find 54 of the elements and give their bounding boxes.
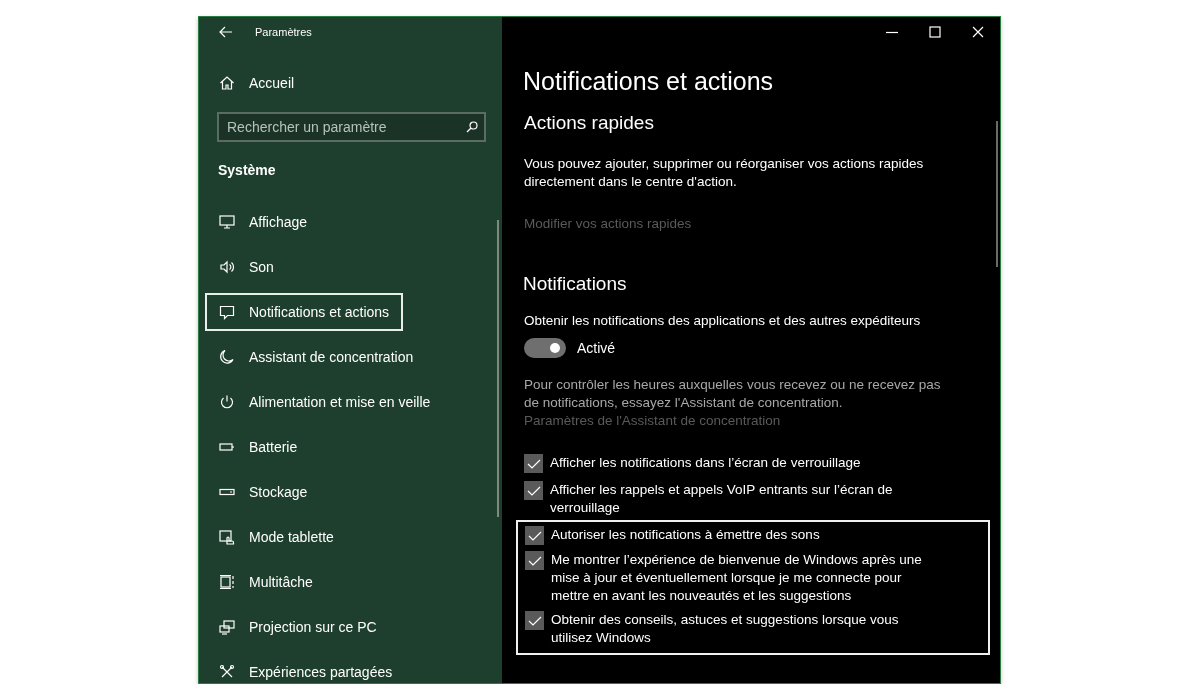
sidebar-item[interactable]: Stockage bbox=[205, 473, 322, 511]
checkbox[interactable] bbox=[525, 551, 544, 570]
sidebar-item[interactable]: Batterie bbox=[205, 428, 312, 466]
focus-assist-text: Pour contrôler les heures auxquelles vous recevez ou ne recevez pas de notifications, essayez l'Assistant de concentration. bbox=[524, 376, 942, 412]
checkmark-icon bbox=[526, 484, 541, 497]
checkbox-label: Me montrer l’expérience de bienvenue de Windows après une mise à jour et éventuellement lorsque je me connecte pour mettre en avant les nouveautés et les suggestions bbox=[551, 551, 923, 605]
toggle-label: Obtenir les notifications des applications et des autres expéditeurs bbox=[524, 312, 922, 330]
share-nodes-icon bbox=[219, 664, 235, 680]
search-field[interactable]: Rechercher un paramètre bbox=[217, 112, 486, 142]
section-heading: Actions rapides bbox=[524, 112, 655, 134]
speech-bubble-icon bbox=[219, 304, 235, 320]
checkbox[interactable] bbox=[525, 526, 544, 545]
page-title: Notifications et actions bbox=[523, 67, 775, 96]
checkmark-icon bbox=[526, 457, 541, 470]
checkmark-icon bbox=[527, 529, 542, 542]
checkbox[interactable] bbox=[525, 611, 544, 630]
window-title: Paramètres bbox=[255, 26, 312, 38]
sidebar-item[interactable]: Affichage bbox=[205, 203, 322, 241]
home-icon bbox=[219, 75, 235, 91]
checkbox[interactable] bbox=[524, 454, 543, 473]
speaker-icon bbox=[219, 259, 235, 275]
multitask-icon bbox=[219, 574, 235, 590]
sidebar-item[interactable]: Assistant de concentration bbox=[205, 338, 428, 376]
sidebar-item[interactable]: Mode tablette bbox=[205, 518, 348, 556]
checkbox-label: Afficher les rappels et appels VoIP entrants sur l’écran de verrouillage bbox=[550, 481, 894, 517]
tablet-hand-icon bbox=[219, 529, 235, 545]
section-heading: Système bbox=[218, 162, 277, 180]
scrollbar[interactable] bbox=[497, 220, 499, 517]
sidebar-item[interactable]: Alimentation et mise en veille bbox=[205, 383, 445, 421]
checkmark-icon bbox=[527, 554, 542, 567]
projection-icon bbox=[219, 619, 235, 635]
checkbox-label: Autoriser les notifications à émettre des sons bbox=[551, 526, 821, 544]
section-heading: Notifications bbox=[523, 273, 628, 295]
back-arrow-icon[interactable] bbox=[219, 26, 233, 38]
description-text: Vous pouvez ajouter, supprimer ou réorganiser vos actions rapides directement dans le centre d'action. bbox=[524, 155, 925, 191]
sidebar-item[interactable]: Son bbox=[205, 248, 288, 286]
toggle-switch[interactable] bbox=[524, 338, 566, 358]
checkbox-label: Afficher les notifications dans l’écran de verrouillage bbox=[550, 454, 862, 472]
sidebar-item[interactable]: Projection sur ce PC bbox=[205, 608, 391, 646]
checkmark-icon bbox=[527, 614, 542, 627]
moon-icon bbox=[219, 349, 235, 365]
sidebar-item[interactable]: Expériences partagées bbox=[205, 653, 407, 683]
search-icon bbox=[466, 121, 478, 133]
checkbox[interactable] bbox=[524, 481, 543, 500]
close-icon[interactable] bbox=[972, 26, 984, 38]
scrollbar[interactable] bbox=[996, 121, 998, 267]
sidebar-item[interactable]: Notifications et actions bbox=[205, 293, 404, 331]
sidebar-item[interactable]: Multitâche bbox=[205, 563, 327, 601]
checkbox-label: Obtenir des conseils, astuces et suggestions lorsque vous utilisez Windows bbox=[551, 611, 900, 647]
toggle-state-text: Activé bbox=[577, 340, 616, 356]
maximize-icon[interactable] bbox=[929, 26, 941, 38]
power-icon bbox=[219, 394, 235, 410]
monitor-icon bbox=[219, 214, 235, 230]
home-nav-item[interactable]: Accueil bbox=[205, 65, 309, 101]
